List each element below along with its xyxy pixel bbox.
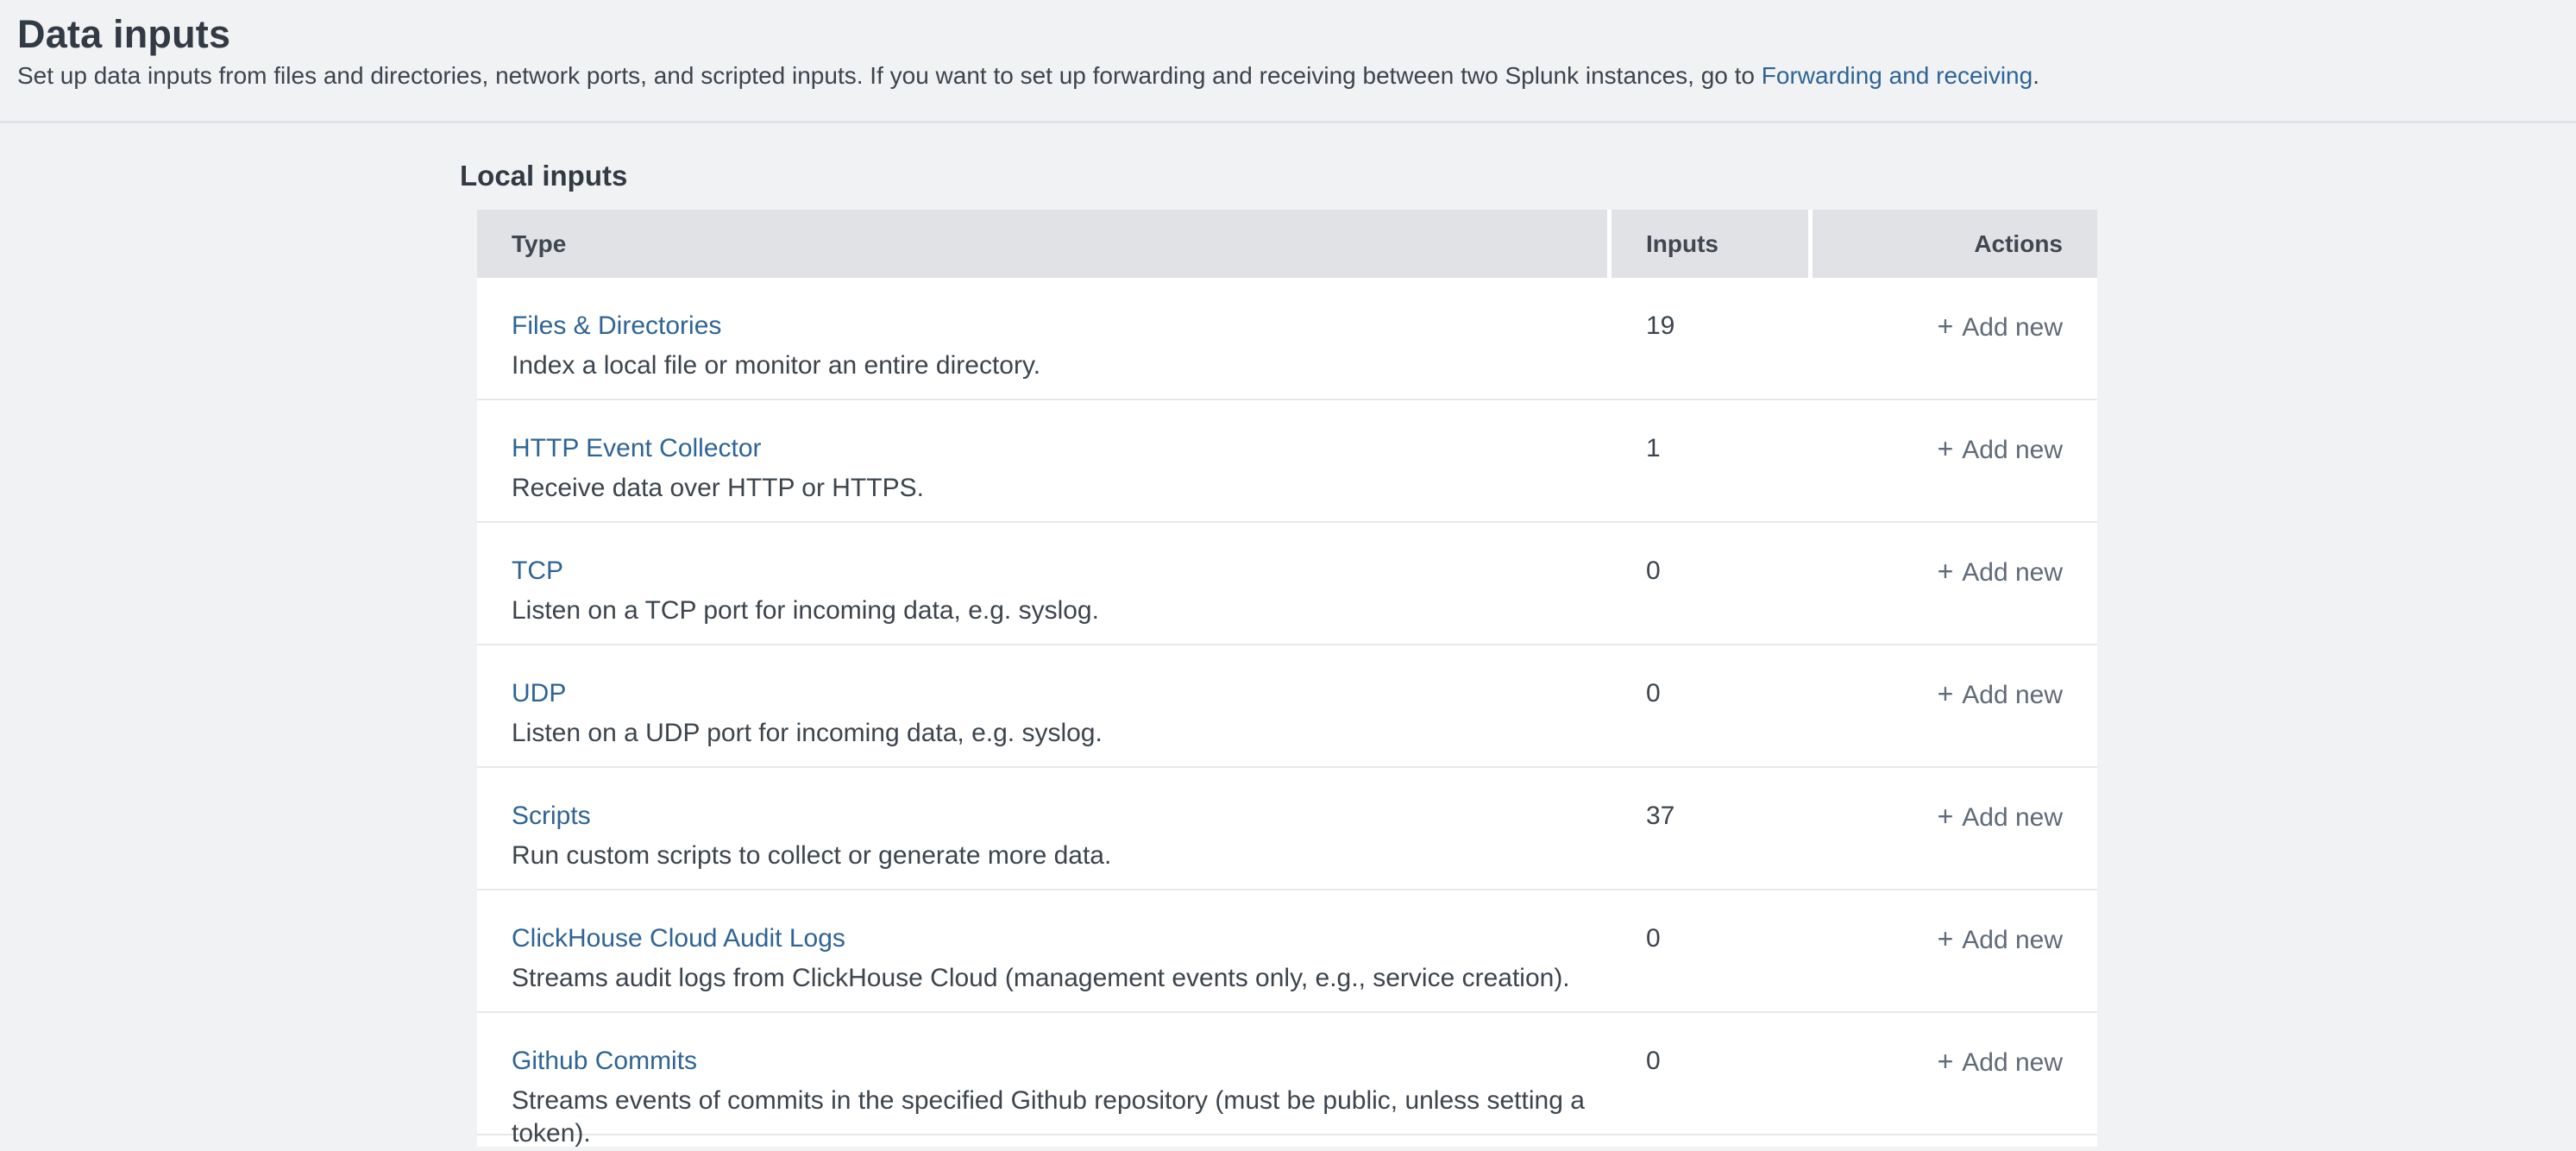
input-type-link[interactable]: Files & Directories — [512, 310, 721, 343]
local-inputs-heading: Local inputs — [460, 160, 2576, 192]
input-type-description: Run custom scripts to collect or generat… — [512, 840, 1594, 872]
table-row: ClickHouse Cloud Audit Logs Streams audi… — [477, 890, 2097, 1013]
input-type-link[interactable]: UDP — [512, 677, 566, 710]
add-new-button[interactable]: + Add new — [1938, 1045, 2063, 1079]
column-header-actions: Actions — [1813, 210, 2097, 278]
add-new-label: Add new — [1962, 558, 2063, 587]
plus-icon: + — [1938, 433, 1954, 464]
actions-cell: + Add new — [1808, 278, 2097, 399]
inputs-count: 0 — [1612, 1013, 1808, 1150]
inputs-count: 0 — [1612, 523, 1808, 644]
table-row: TCP Listen on a TCP port for incoming da… — [477, 523, 2097, 645]
actions-cell: + Add new — [1808, 1013, 2097, 1150]
inputs-count: 0 — [1612, 645, 1808, 766]
type-cell: TCP Listen on a TCP port for incoming da… — [477, 523, 1612, 644]
inputs-count: 37 — [1612, 768, 1808, 889]
add-new-button[interactable]: + Add new — [1938, 310, 2063, 344]
inputs-count: 0 — [1612, 890, 1808, 1011]
plus-icon: + — [1938, 923, 1954, 954]
type-cell: Github Commits Streams events of commits… — [477, 1013, 1612, 1150]
input-type-link[interactable]: Github Commits — [512, 1045, 697, 1078]
page-title: Data inputs — [17, 12, 2555, 57]
actions-cell: + Add new — [1808, 400, 2097, 521]
page-description: Set up data inputs from files and direct… — [17, 61, 2555, 91]
input-type-description: Index a local file or monitor an entire … — [512, 349, 1594, 382]
table-row: Github Commits Streams events of commits… — [477, 1013, 2097, 1135]
input-type-link[interactable]: TCP — [512, 555, 563, 588]
table-body: Files & Directories Index a local file o… — [477, 278, 2097, 1135]
add-new-label: Add new — [1962, 803, 2063, 832]
column-header-type: Type — [477, 210, 1607, 278]
page-description-text: Set up data inputs from files and direct… — [17, 62, 1762, 89]
add-new-button[interactable]: + Add new — [1938, 677, 2063, 712]
plus-icon: + — [1938, 678, 1954, 709]
type-cell: Files & Directories Index a local file o… — [477, 278, 1612, 399]
data-inputs-table: Type Inputs Actions Files & Directories … — [477, 210, 2097, 1147]
page-header: Data inputs Set up data inputs from file… — [0, 0, 2576, 123]
input-type-description: Streams events of commits in the specifi… — [512, 1085, 1594, 1150]
add-new-label: Add new — [1962, 436, 2063, 464]
add-new-button[interactable]: + Add new — [1938, 555, 2063, 589]
table-header-row: Type Inputs Actions — [477, 210, 2097, 278]
add-new-label: Add new — [1962, 681, 2063, 709]
input-type-link[interactable]: ClickHouse Cloud Audit Logs — [512, 922, 845, 955]
actions-cell: + Add new — [1808, 890, 2097, 1011]
input-type-description: Streams audit logs from ClickHouse Cloud… — [512, 962, 1594, 995]
page-description-period: . — [2033, 62, 2039, 89]
table-row: UDP Listen on a UDP port for incoming da… — [477, 645, 2097, 768]
actions-cell: + Add new — [1808, 768, 2097, 889]
add-new-button[interactable]: + Add new — [1938, 800, 2063, 834]
column-header-inputs: Inputs — [1612, 210, 1808, 278]
inputs-count: 1 — [1612, 400, 1808, 521]
table-row: Files & Directories Index a local file o… — [477, 278, 2097, 400]
plus-icon: + — [1938, 1046, 1954, 1077]
content-area: Local inputs Type Inputs Actions Files &… — [0, 123, 2576, 1147]
input-type-link[interactable]: HTTP Event Collector — [512, 432, 762, 465]
type-cell: HTTP Event Collector Receive data over H… — [477, 400, 1612, 521]
add-new-label: Add new — [1962, 1048, 2063, 1077]
add-new-label: Add new — [1962, 926, 2063, 954]
table-row: HTTP Event Collector Receive data over H… — [477, 400, 2097, 523]
type-cell: Scripts Run custom scripts to collect or… — [477, 768, 1612, 889]
input-type-link[interactable]: Scripts — [512, 800, 591, 833]
actions-cell: + Add new — [1808, 645, 2097, 766]
type-cell: UDP Listen on a UDP port for incoming da… — [477, 645, 1612, 766]
add-new-button[interactable]: + Add new — [1938, 922, 2063, 957]
forwarding-and-receiving-link[interactable]: Forwarding and receiving — [1762, 62, 2033, 89]
add-new-label: Add new — [1962, 313, 2063, 342]
plus-icon: + — [1938, 311, 1954, 342]
input-type-description: Receive data over HTTP or HTTPS. — [512, 472, 1594, 505]
plus-icon: + — [1938, 556, 1954, 587]
table-row: Scripts Run custom scripts to collect or… — [477, 768, 2097, 890]
add-new-button[interactable]: + Add new — [1938, 432, 2063, 467]
inputs-count: 19 — [1612, 278, 1808, 399]
actions-cell: + Add new — [1808, 523, 2097, 644]
input-type-description: Listen on a TCP port for incoming data, … — [512, 594, 1594, 627]
input-type-description: Listen on a UDP port for incoming data, … — [512, 717, 1594, 750]
plus-icon: + — [1938, 801, 1954, 832]
type-cell: ClickHouse Cloud Audit Logs Streams audi… — [477, 890, 1612, 1011]
